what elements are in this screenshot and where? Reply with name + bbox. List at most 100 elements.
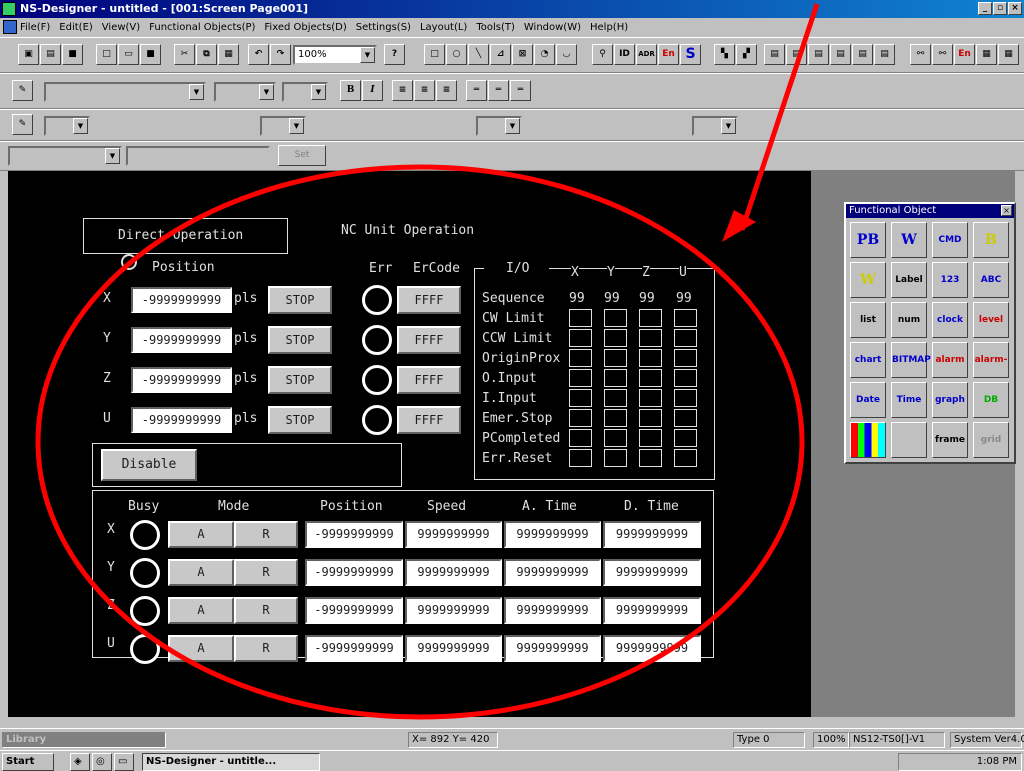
address-input[interactable]	[126, 146, 270, 166]
palette-tool-date-icon[interactable]: Date	[850, 382, 886, 418]
palette-tool-label-icon[interactable]: Label	[891, 262, 927, 298]
mode-r-button[interactable]: R	[234, 597, 298, 624]
color-select[interactable]: ▼	[282, 82, 328, 102]
find-icon[interactable]: ⚯	[910, 44, 931, 65]
arc-icon[interactable]: ◡	[556, 44, 577, 65]
palette-tool-cmd-icon[interactable]: CMD	[932, 222, 968, 258]
align-center-icon[interactable]: ≡	[414, 80, 435, 101]
mode-r-button[interactable]: R	[234, 559, 298, 586]
palette-tool-alarm-icon[interactable]: alarm	[932, 342, 968, 378]
ercode-button-z[interactable]: FFFF	[397, 366, 461, 394]
palette-tool-list-icon[interactable]: list	[850, 302, 886, 338]
mode-a-button[interactable]: A	[168, 597, 234, 624]
menu-settings[interactable]: Settings(S)	[356, 22, 411, 33]
desktop-icon[interactable]: ▭	[114, 753, 134, 771]
page-prev-icon[interactable]: ▤	[786, 44, 807, 65]
restore-button[interactable]: ▫	[993, 2, 1007, 15]
table-atime-field[interactable]: 9999999999	[504, 521, 601, 548]
redo-icon[interactable]: ↷	[270, 44, 291, 65]
font-size-select[interactable]: ▼	[214, 82, 276, 102]
palette-tool-graph-icon[interactable]: graph	[932, 382, 968, 418]
id-icon[interactable]: ID	[614, 44, 635, 65]
mode-a-button[interactable]: A	[168, 559, 234, 586]
table-speed-field[interactable]: 9999999999	[405, 635, 502, 662]
menu-fixed-objects[interactable]: Fixed Objects(D)	[264, 22, 346, 33]
minimize-button[interactable]: _	[978, 2, 992, 15]
page-icon[interactable]: ▤	[764, 44, 785, 65]
chevron-down-icon[interactable]: ▼	[189, 84, 204, 100]
align-right-icon[interactable]: ≡	[436, 80, 457, 101]
fill-color-select[interactable]: ▼	[260, 116, 306, 136]
page-first-icon[interactable]: ▤	[830, 44, 851, 65]
rectangle-icon[interactable]: □	[424, 44, 445, 65]
set-button[interactable]: Set	[278, 145, 326, 166]
bg-color-select[interactable]: ▼	[476, 116, 522, 136]
open-project-icon[interactable]: ▤	[40, 44, 61, 65]
table-speed-field[interactable]: 9999999999	[405, 597, 502, 624]
start-button[interactable]: Start	[2, 753, 54, 771]
palette-close-icon[interactable]: ×	[1001, 205, 1012, 216]
menu-layout[interactable]: Layout(L)	[420, 22, 467, 33]
taskbar-app-button[interactable]: NS-Designer - untitle...	[142, 753, 320, 771]
menu-tools[interactable]: Tools(T)	[476, 22, 515, 33]
browser-icon[interactable]: ◎	[92, 753, 112, 771]
table-position-field[interactable]: -9999999999	[305, 521, 403, 548]
table-speed-field[interactable]: 9999999999	[405, 559, 502, 586]
palette-tool-grid-icon[interactable]: grid	[973, 422, 1009, 458]
palette-tool-pb-icon[interactable]: PB	[850, 222, 886, 258]
copy-icon[interactable]: ⧉	[196, 44, 217, 65]
chevron-down-icon[interactable]: ▼	[289, 118, 304, 134]
table-position-field[interactable]: -9999999999	[305, 635, 403, 662]
palette-tool-num-icon[interactable]: num	[891, 302, 927, 338]
menu-help[interactable]: Help(H)	[590, 22, 628, 33]
line-color-select[interactable]: ▼	[44, 116, 90, 136]
chevron-down-icon[interactable]: ▼	[505, 118, 520, 134]
table-atime-field[interactable]: 9999999999	[504, 597, 601, 624]
menu-functional-objects[interactable]: Functional Objects(P)	[149, 22, 255, 33]
position-field-u[interactable]: -9999999999	[131, 407, 232, 433]
table-position-field[interactable]: -9999999999	[305, 559, 403, 586]
ercode-button-u[interactable]: FFFF	[397, 406, 461, 434]
sector-icon[interactable]: ◔	[534, 44, 555, 65]
palette-tool-frame-icon[interactable]: frame	[932, 422, 968, 458]
table-dtime-field[interactable]: 9999999999	[603, 559, 701, 586]
mode-a-button[interactable]: A	[168, 521, 234, 548]
quick-launch-icon[interactable]: ◈	[70, 753, 90, 771]
font-select[interactable]: ▼	[44, 82, 206, 102]
cut-icon[interactable]: ✂	[174, 44, 195, 65]
undo-icon[interactable]: ↶	[248, 44, 269, 65]
palette-tool-abc-icon[interactable]: ABC	[973, 262, 1009, 298]
menu-view[interactable]: View(V)	[102, 22, 140, 33]
brush-icon[interactable]: ✎	[12, 114, 33, 135]
table-atime-field[interactable]: 9999999999	[504, 635, 601, 662]
palette-tool-clock-icon[interactable]: clock	[932, 302, 968, 338]
valign-bottom-icon[interactable]: ═	[510, 80, 531, 101]
save-icon[interactable]: ■	[140, 44, 161, 65]
document-icon[interactable]	[3, 20, 17, 34]
palette-tool-w-icon[interactable]: W	[891, 222, 927, 258]
menu-file[interactable]: File(F)	[20, 22, 50, 33]
grid-icon[interactable]: ▦	[998, 44, 1019, 65]
palette-tool-w-icon[interactable]: W	[850, 262, 886, 298]
chevron-down-icon[interactable]: ▼	[259, 84, 274, 100]
en-icon[interactable]: En	[658, 44, 679, 65]
table-dtime-field[interactable]: 9999999999	[603, 597, 701, 624]
palette-tool-time-icon[interactable]: Time	[891, 382, 927, 418]
s-icon[interactable]: S	[680, 44, 701, 65]
save-project-icon[interactable]: ■	[62, 44, 83, 65]
chevron-down-icon[interactable]: ▼	[105, 148, 120, 164]
palette-tool-alarm-list-icon[interactable]: alarm-list	[973, 342, 1009, 399]
replace-icon[interactable]: ⚯	[932, 44, 953, 65]
ercode-button-x[interactable]: FFFF	[397, 286, 461, 314]
stop-button-z[interactable]: STOP	[268, 366, 332, 394]
table-position-field[interactable]: -9999999999	[305, 597, 403, 624]
chevron-down-icon[interactable]: ▼	[311, 84, 326, 100]
position-field-y[interactable]: -9999999999	[131, 327, 232, 353]
library-panel[interactable]: Library	[2, 732, 166, 748]
palette-tool-level-icon[interactable]: level	[973, 302, 1009, 338]
page-next-icon[interactable]: ▤	[808, 44, 829, 65]
table-speed-field[interactable]: 9999999999	[405, 521, 502, 548]
valign-top-icon[interactable]: ═	[466, 80, 487, 101]
italic-button[interactable]: I	[362, 80, 383, 101]
menu-edit[interactable]: Edit(E)	[59, 22, 93, 33]
